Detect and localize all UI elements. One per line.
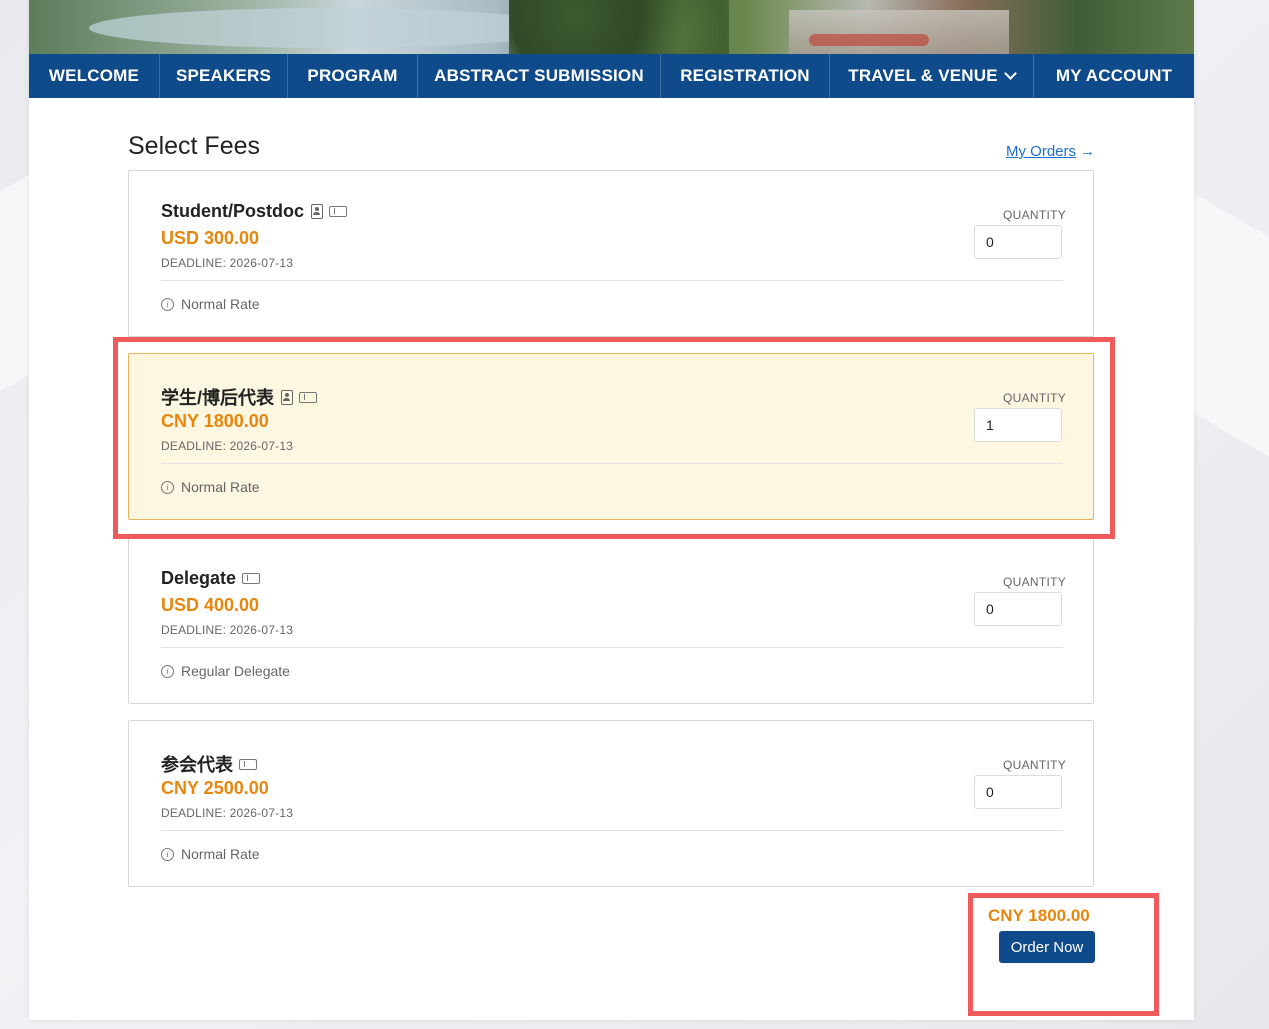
content-page: WELCOME SPEAKERS PROGRAM ABSTRACT SUBMIS… <box>29 0 1194 1020</box>
fee-deadline: DEADLINE: 2026-07-13 <box>161 256 294 270</box>
fee-name: 参会代表 <box>161 751 257 777</box>
fee-card-delegate: Delegate USD 400.00 DEADLINE: 2026-07-13… <box>128 537 1094 704</box>
nav-item-travel-venue[interactable]: TRAVEL & VENUE <box>830 54 1034 98</box>
info-icon: i <box>161 297 174 311</box>
fee-card-student-postdoc: Student/Postdoc USD 300.00 DEADLINE: 202… <box>128 170 1094 337</box>
fee-price: USD 400.00 <box>161 595 260 615</box>
arrow-right-icon: → <box>1080 143 1096 160</box>
nav-item-label: WELCOME <box>48 66 140 85</box>
ticket-icon <box>329 206 347 217</box>
quantity-label: QUANTITY <box>1003 758 1067 772</box>
id-card-icon <box>311 204 323 219</box>
id-card-icon <box>281 389 294 405</box>
nav-item-label: MY ACCOUNT <box>1055 66 1173 85</box>
nav-item-registration[interactable]: REGISTRATION <box>661 54 830 98</box>
fee-note-text: Regular Delegate <box>181 663 290 679</box>
chevron-down-icon <box>1003 67 1017 80</box>
quantity-input[interactable] <box>974 225 1062 259</box>
order-total: CNY 1800.00 <box>988 906 1090 925</box>
quantity-label: QUANTITY <box>1003 575 1067 589</box>
banner-trees <box>509 0 729 54</box>
fee-name: Delegate <box>161 568 261 589</box>
header-banner-image <box>29 0 1194 54</box>
fee-price: USD 300.00 <box>161 228 260 248</box>
ticket-icon <box>239 758 257 770</box>
fee-note-text: Normal Rate <box>181 479 260 495</box>
fee-name: 学生/博后代表 <box>161 384 318 410</box>
quantity-input[interactable] <box>974 408 1062 442</box>
fee-divider <box>161 280 1063 281</box>
quantity-label: QUANTITY <box>1003 391 1067 405</box>
nav-item-label: PROGRAM <box>307 66 398 85</box>
my-orders-link[interactable]: My Orders → <box>1006 143 1095 160</box>
page-title: Select Fees <box>128 132 261 160</box>
fee-deadline: DEADLINE: 2026-07-13 <box>161 806 294 820</box>
quantity-input[interactable] <box>974 775 1062 809</box>
fee-card-student-postdoc-cn: 学生/博后代表 CNY 1800.00 DEADLINE: 2026-07-13… <box>128 353 1094 520</box>
fee-price: CNY 2500.00 <box>161 778 269 798</box>
quantity-input[interactable] <box>974 592 1062 626</box>
fee-price: CNY 1800.00 <box>161 411 269 431</box>
fee-note: i Normal Rate <box>161 296 260 312</box>
info-icon: i <box>161 847 174 861</box>
main-nav: WELCOME SPEAKERS PROGRAM ABSTRACT SUBMIS… <box>29 54 1194 98</box>
fee-note: i Normal Rate <box>161 479 260 495</box>
order-now-button[interactable]: Order Now <box>999 931 1095 963</box>
my-orders-label: My Orders <box>1006 143 1077 160</box>
fee-deadline: DEADLINE: 2026-07-13 <box>161 439 294 453</box>
nav-item-label: REGISTRATION <box>680 66 810 85</box>
fee-divider <box>161 647 1063 648</box>
ticket-icon <box>242 573 261 584</box>
fee-name-text: 学生/博后代表 <box>161 388 275 408</box>
nav-item-program[interactable]: PROGRAM <box>288 54 418 98</box>
fee-divider <box>161 463 1063 464</box>
banner-lake <box>89 8 569 48</box>
info-icon: i <box>161 480 174 494</box>
banner-flowers <box>809 34 929 46</box>
quantity-label: QUANTITY <box>1003 208 1067 222</box>
fee-note-text: Normal Rate <box>181 846 260 862</box>
fee-name-text: Student/Postdoc <box>161 201 304 221</box>
info-icon: i <box>161 664 174 678</box>
fee-name-text: Delegate <box>161 568 237 588</box>
fee-note: i Regular Delegate <box>161 663 290 679</box>
fee-card-delegate-cn: 参会代表 CNY 2500.00 DEADLINE: 2026-07-13 i … <box>128 720 1094 887</box>
nav-item-speakers[interactable]: SPEAKERS <box>160 54 288 98</box>
nav-item-my-account[interactable]: MY ACCOUNT <box>1034 54 1194 98</box>
nav-item-label: ABSTRACT SUBMISSION <box>434 66 644 85</box>
fee-divider <box>161 830 1063 831</box>
nav-item-welcome[interactable]: WELCOME <box>29 54 160 98</box>
fee-note-text: Normal Rate <box>181 296 260 312</box>
nav-item-label: SPEAKERS <box>175 66 272 85</box>
ticket-icon <box>299 391 318 403</box>
banner-plaza <box>789 10 1009 54</box>
nav-item-label: TRAVEL & VENUE <box>848 66 998 85</box>
fee-name-text: 参会代表 <box>161 755 233 775</box>
fee-name: Student/Postdoc <box>161 201 347 222</box>
fee-deadline: DEADLINE: 2026-07-13 <box>161 623 294 637</box>
fee-note: i Normal Rate <box>161 846 260 862</box>
nav-item-abstract-submission[interactable]: ABSTRACT SUBMISSION <box>418 54 661 98</box>
